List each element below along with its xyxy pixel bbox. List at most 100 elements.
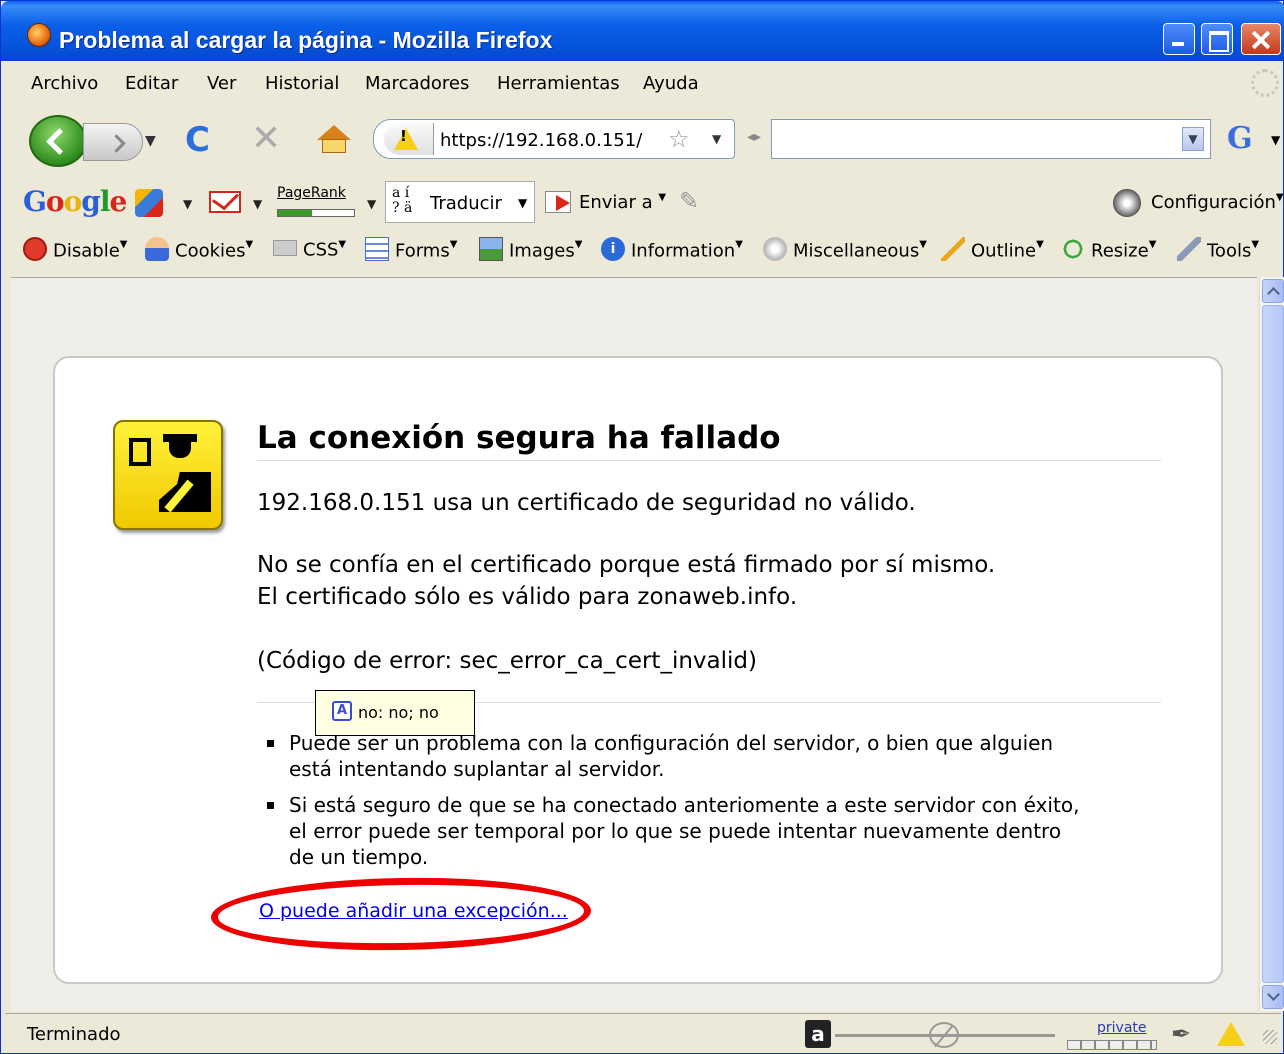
private-browsing-label[interactable]: private: [1097, 1020, 1147, 1036]
resize-grip-icon[interactable]: [1263, 1030, 1277, 1044]
window-title: Problema al cargar la página - Mozilla F…: [59, 27, 553, 53]
menu-ver[interactable]: Ver: [207, 73, 236, 94]
settings-gear-icon[interactable]: [1113, 189, 1141, 217]
bullet-icon: [267, 802, 274, 809]
dev-css-menu[interactable]: CSS▼: [273, 239, 346, 267]
menu-herramientas[interactable]: Herramientas: [497, 73, 620, 94]
dev-forms-menu[interactable]: Forms▼: [365, 237, 457, 267]
dev-tools-menu[interactable]: Tools▼: [1177, 237, 1259, 267]
annotation-ellipse: [210, 874, 592, 954]
cookies-icon: [145, 237, 169, 261]
security-guard-icon: [113, 420, 223, 530]
menu-ayuda[interactable]: Ayuda: [643, 73, 699, 94]
browser-window: Problema al cargar la página - Mozilla F…: [0, 0, 1284, 1054]
error-title: La conexión segura ha fallado: [257, 420, 781, 456]
google-logo[interactable]: Google: [23, 185, 127, 218]
apps-dropdown-icon[interactable]: ▼: [183, 197, 192, 211]
back-button[interactable]: [29, 115, 87, 167]
dev-information-menu[interactable]: i Information▼: [601, 237, 743, 267]
history-dropdown-icon[interactable]: ▼: [145, 133, 156, 149]
throbber-icon: [1251, 69, 1279, 97]
dev-cookies-menu[interactable]: Cookies▼: [145, 237, 253, 267]
send-to-button[interactable]: Enviar a ▼: [579, 192, 666, 213]
status-text: Terminado: [27, 1024, 121, 1045]
vertical-scrollbar[interactable]: [1259, 277, 1284, 1011]
url-dropdown-icon[interactable]: ▼: [712, 132, 721, 146]
page-content: La conexión segura ha fallado 192.168.0.…: [11, 277, 1257, 1011]
css-icon: [273, 240, 297, 256]
bookmark-star-icon[interactable]: ☆: [668, 125, 690, 153]
accessibility-inspector-icon: A: [332, 701, 352, 721]
pagerank-dropdown-icon[interactable]: ▼: [367, 197, 376, 211]
private-browsing-meter: [1067, 1040, 1157, 1050]
information-icon: i: [601, 237, 625, 261]
menu-historial[interactable]: Historial: [265, 73, 339, 94]
error-code: (Código de error: sec_error_ca_cert_inva…: [257, 648, 757, 674]
firefox-icon: [27, 23, 51, 47]
scroll-thumb[interactable]: [1262, 305, 1284, 983]
pagerank-label[interactable]: PageRank: [277, 185, 346, 201]
reload-icon[interactable]: C: [185, 123, 210, 157]
bullet-text: Puede ser un problema con la configuraci…: [289, 731, 1054, 781]
dev-resize-menu[interactable]: Resize▼: [1061, 237, 1156, 267]
scroll-up-button[interactable]: [1262, 279, 1284, 303]
url-input[interactable]: https://192.168.0.151/: [440, 130, 642, 151]
maximize-button[interactable]: [1201, 23, 1233, 55]
menu-editar[interactable]: Editar: [125, 73, 178, 94]
web-developer-toolbar: Disable▼ Cookies▼ CSS▼ Forms▼ Images▼ iI…: [5, 229, 1281, 275]
miscellaneous-icon: [763, 237, 787, 261]
pagerank-meter: [277, 209, 355, 217]
settings-button[interactable]: Configuración▼: [1151, 192, 1284, 213]
bullet-text: Si está seguro de que se ha conectado an…: [289, 793, 1080, 869]
menu-archivo[interactable]: Archivo: [31, 73, 98, 94]
google-apps-icon[interactable]: [135, 189, 163, 217]
status-bar: Terminado a private ✒: [5, 1013, 1281, 1053]
outline-icon: [941, 237, 965, 261]
dev-images-menu[interactable]: Images▼: [479, 237, 582, 267]
dev-disable-menu[interactable]: Disable▼: [23, 237, 127, 267]
blocked-icon[interactable]: [929, 1022, 959, 1048]
google-search-engine-icon[interactable]: G: [1227, 121, 1253, 156]
gmail-icon[interactable]: [209, 191, 241, 213]
navigation-toolbar: ▼ C ✕ https://192.168.0.151/ ☆ ▼ ◂▸ ▼ G …: [5, 105, 1281, 177]
send-to-label: Enviar a: [579, 192, 653, 213]
resize-icon: [1061, 237, 1085, 261]
accessibility-icon[interactable]: a: [805, 1020, 831, 1048]
error-line-valid-domain: El certificado sólo es válido para zonaw…: [257, 584, 798, 610]
search-input[interactable]: ▼: [771, 119, 1211, 159]
error-line-invalid-cert: 192.168.0.151 usa un certificado de segu…: [257, 490, 916, 516]
dev-miscellaneous-menu[interactable]: Miscellaneous▼: [763, 237, 927, 267]
warning-icon[interactable]: [1217, 1022, 1245, 1046]
dev-outline-menu[interactable]: Outline▼: [941, 237, 1044, 267]
minimize-button[interactable]: [1163, 23, 1195, 55]
forward-button[interactable]: [83, 123, 143, 161]
translate-label: Traducir: [430, 193, 502, 214]
search-engine-dropdown-icon[interactable]: ▼: [1271, 133, 1280, 147]
stop-icon[interactable]: ✕: [251, 121, 281, 157]
scroll-down-button[interactable]: [1262, 985, 1284, 1009]
error-panel: La conexión segura ha fallado 192.168.0.…: [53, 356, 1223, 984]
disable-icon: [23, 237, 47, 261]
menu-marcadores[interactable]: Marcadores: [365, 73, 469, 94]
highlighter-icon[interactable]: ✎: [679, 187, 699, 215]
translate-button[interactable]: a í? ä Traducir ▼: [385, 181, 535, 223]
bullet-icon: [267, 740, 274, 747]
send-to-icon[interactable]: [545, 191, 571, 213]
search-dropdown-icon[interactable]: ▼: [1182, 127, 1204, 151]
error-line-self-signed: No se confía en el certificado porque es…: [257, 552, 996, 578]
translate-dropdown-icon[interactable]: ▼: [518, 196, 527, 210]
translate-icon: a í? ä: [392, 185, 413, 216]
google-toolbar: Google ▼ ▼ PageRank ▼ a í? ä Traducir ▼ …: [5, 179, 1284, 227]
close-button[interactable]: [1241, 23, 1281, 55]
feather-icon[interactable]: ✒: [1171, 1020, 1191, 1048]
tooltip: A no: no; no: [315, 690, 475, 736]
tools-icon: [1177, 237, 1201, 261]
gmail-dropdown-icon[interactable]: ▼: [253, 197, 262, 211]
home-icon[interactable]: [317, 125, 351, 155]
forms-icon: [365, 237, 389, 261]
title-bar[interactable]: Problema al cargar la página - Mozilla F…: [1, 1, 1284, 61]
url-bar[interactable]: https://192.168.0.151/ ☆ ▼: [373, 119, 735, 159]
images-icon: [479, 237, 503, 261]
site-warning-icon[interactable]: [384, 123, 434, 155]
toolbar-splitter-icon[interactable]: ◂▸: [747, 129, 761, 145]
